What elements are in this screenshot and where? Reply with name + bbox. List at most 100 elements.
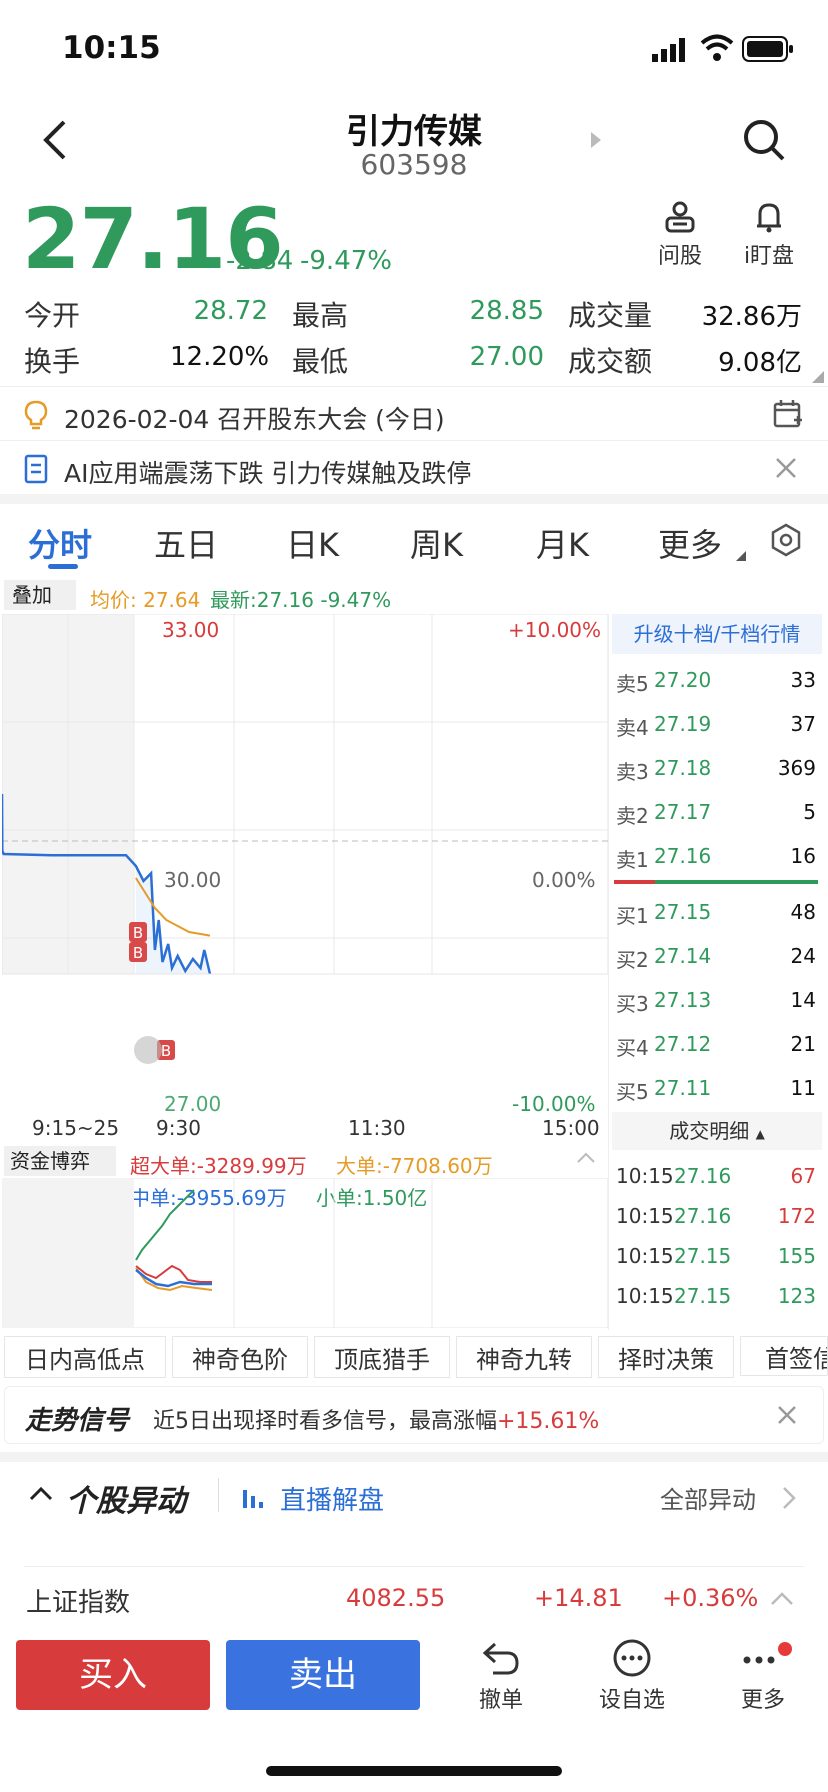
- trade-price: 27.15: [674, 1244, 732, 1268]
- buy-price: 27.11: [654, 1076, 712, 1100]
- lightbulb-icon: [24, 400, 48, 430]
- trade-time: 10:15: [616, 1284, 674, 1308]
- expand-up-icon[interactable]: [770, 1590, 794, 1606]
- tab-monthly-k[interactable]: 月K: [536, 520, 589, 566]
- dots-circle-icon: [613, 1639, 651, 1677]
- tab-daily-k[interactable]: 日K: [286, 520, 339, 566]
- intraday-chart[interactable]: BBB: [2, 614, 608, 1114]
- tab-more-caret-icon: [736, 546, 746, 561]
- signal-text: 近5日出现择时看多信号，最高涨幅: [153, 1409, 497, 1434]
- upgrade-depth-button[interactable]: 升级十档/千档行情: [612, 614, 822, 654]
- all-movements-link[interactable]: 全部异动: [660, 1480, 756, 1515]
- close-icon[interactable]: [774, 456, 798, 480]
- trade-detail-header[interactable]: 成交明细 ▲: [612, 1112, 822, 1150]
- trade-row: 10:15 27.15 123: [616, 1276, 816, 1316]
- turnover-value: 12.20%: [170, 342, 270, 372]
- buy-qty: 21: [790, 1032, 816, 1056]
- buy-price: 27.13: [654, 988, 712, 1012]
- collapse-chevron-icon[interactable]: [576, 1150, 596, 1164]
- upgrade-depth-label: 升级十档/千档行情: [633, 622, 801, 646]
- buy-marker-label: B: [133, 924, 143, 942]
- ask-stock-button[interactable]: 问股: [652, 200, 708, 274]
- tool-first-sign[interactable]: 首签信: [740, 1336, 828, 1376]
- tool-timing[interactable]: 择时决策: [598, 1336, 734, 1378]
- sell-row[interactable]: 卖1 27.16 16: [616, 836, 816, 876]
- buy-price: 27.14: [654, 944, 712, 968]
- more-button[interactable]: 更多: [728, 1638, 798, 1718]
- tool-intraday-highlow[interactable]: 日内高低点: [4, 1336, 166, 1378]
- volume-value: 32.86万: [701, 302, 802, 332]
- sell-qty: 5: [803, 800, 816, 824]
- wifi-icon: [700, 34, 734, 62]
- ask-ratio-fill: [614, 880, 655, 884]
- settings-hex-icon[interactable]: [768, 522, 804, 558]
- buy-level-label: 买1: [616, 904, 649, 928]
- sell-row[interactable]: 卖3 27.18 369: [616, 748, 816, 788]
- notice-row-news[interactable]: AI应用端震荡下跌 引力传媒触及跌停: [0, 442, 828, 494]
- tool-top-bottom[interactable]: 顶底猎手: [314, 1336, 450, 1378]
- calendar-add-icon: [773, 400, 802, 428]
- sell-qty: 33: [790, 668, 816, 692]
- document-icon: [24, 454, 48, 484]
- tool-color-scale[interactable]: 神奇色阶: [172, 1336, 308, 1378]
- buy-row[interactable]: 买1 27.15 48: [616, 892, 816, 932]
- tool-nine-turn[interactable]: 神奇九转: [456, 1336, 592, 1378]
- chevron-right-icon: [783, 1487, 796, 1509]
- bid-ask-ratio-bar: [614, 880, 818, 884]
- trade-price: 27.16: [674, 1164, 732, 1188]
- watch-button[interactable]: i盯盘: [736, 200, 802, 274]
- fund-super: 超大单:-3289.99万: [130, 1154, 307, 1178]
- collapse-icon[interactable]: [28, 1484, 54, 1502]
- cursor-dot: [134, 1036, 162, 1064]
- tab-intraday[interactable]: 分时: [28, 520, 92, 566]
- fund-flow-button[interactable]: 资金博弈: [4, 1146, 116, 1176]
- trade-price: 27.15: [674, 1284, 732, 1308]
- buy-marker-label: B: [161, 1042, 171, 1060]
- buy-level-label: 买4: [616, 1036, 649, 1060]
- add-watchlist-label: 设自选: [598, 1688, 665, 1713]
- sell-button[interactable]: 卖出: [226, 1640, 420, 1710]
- price-change: -2.84: [226, 246, 294, 276]
- trade-detail-title: 成交明细: [669, 1119, 750, 1143]
- y-pct-mid: 0.00%: [532, 868, 596, 892]
- buy-price: 27.15: [654, 900, 712, 924]
- trade-price: 27.16: [674, 1204, 732, 1228]
- y-label-mid: 30.00: [164, 868, 222, 892]
- signal-icon: [652, 38, 692, 62]
- buy-row[interactable]: 买3 27.13 14: [616, 980, 816, 1020]
- close-icon[interactable]: [777, 1405, 797, 1425]
- buy-row[interactable]: 买4 27.12 21: [616, 1024, 816, 1064]
- tab-more[interactable]: 更多: [658, 520, 722, 566]
- buy-label: 买入: [79, 1655, 147, 1695]
- y-pct-bottom: -10.00%: [512, 1092, 596, 1116]
- tab-weekly-k[interactable]: 周K: [410, 520, 463, 566]
- search-icon[interactable]: [742, 118, 786, 162]
- notice-row-meeting[interactable]: 2026-02-04 召开股东大会 (今日): [0, 388, 828, 440]
- sell-price: 27.20: [654, 668, 712, 692]
- cancel-order-button[interactable]: 撤单: [466, 1638, 536, 1718]
- buy-qty: 14: [790, 988, 816, 1012]
- sell-row[interactable]: 卖2 27.17 5: [616, 792, 816, 832]
- buy-row[interactable]: 买2 27.14 24: [616, 936, 816, 976]
- y-label-bottom: 27.00: [164, 1092, 222, 1116]
- low-label: 最低: [292, 345, 349, 378]
- more-dots-icon: [743, 1642, 792, 1664]
- expand-corner-icon[interactable]: [812, 368, 824, 383]
- undo-icon: [482, 1642, 519, 1675]
- sell-row[interactable]: 卖5 27.20 33: [616, 660, 816, 700]
- tab-five-day[interactable]: 五日: [154, 520, 218, 566]
- buy-row[interactable]: 买5 27.11 11: [616, 1068, 816, 1108]
- sell-row[interactable]: 卖4 27.19 37: [616, 704, 816, 744]
- next-stock-icon[interactable]: [588, 130, 604, 150]
- overlay-button[interactable]: 叠加: [4, 580, 76, 610]
- high-label: 最高: [292, 299, 349, 332]
- trend-signal-banner[interactable]: 走势信号 近5日出现择时看多信号，最高涨幅+15.61%: [4, 1386, 824, 1444]
- buy-button[interactable]: 买入: [16, 1640, 210, 1710]
- buy-price: 27.12: [654, 1032, 712, 1056]
- trade-qty: 123: [777, 1284, 816, 1308]
- add-watchlist-button[interactable]: 设自选: [590, 1638, 674, 1718]
- more-label: 更多: [740, 1688, 785, 1713]
- signal-title: 走势信号: [25, 1406, 130, 1436]
- index-value: 4082.55: [346, 1584, 446, 1612]
- x-label-preopen: 9:15~25: [32, 1116, 120, 1140]
